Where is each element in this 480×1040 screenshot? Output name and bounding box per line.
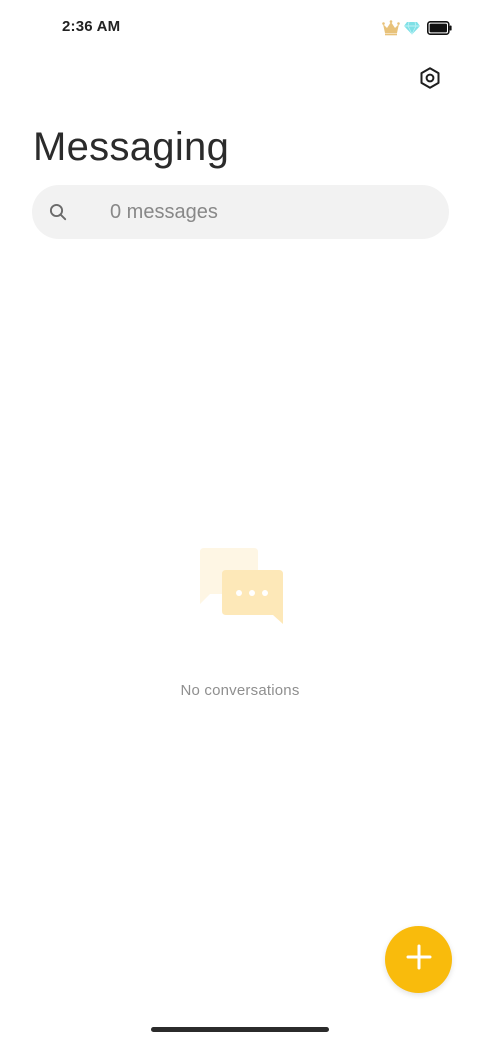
battery-icon: [427, 21, 452, 35]
messaging-screen: 2:36 AM Messaging 0 messages No conversa…: [0, 0, 480, 1040]
home-indicator[interactable]: [151, 1027, 329, 1032]
settings-button[interactable]: [410, 60, 450, 100]
plus-icon: [405, 943, 433, 976]
chat-bubbles-icon: [196, 546, 286, 626]
empty-state-text: No conversations: [180, 682, 300, 699]
search-bar[interactable]: [32, 185, 449, 239]
status-time: 2:36 AM: [62, 18, 121, 35]
settings-hexagon-icon: [418, 66, 442, 95]
search-icon: [49, 203, 67, 226]
status-icons: [382, 18, 452, 38]
crown-icon: [382, 20, 400, 36]
search-input[interactable]: [110, 185, 430, 239]
page-title: Messaging: [33, 125, 230, 169]
new-conversation-button[interactable]: [385, 926, 452, 993]
status-bar: 2:36 AM: [0, 0, 480, 56]
diamond-icon: [404, 21, 420, 35]
